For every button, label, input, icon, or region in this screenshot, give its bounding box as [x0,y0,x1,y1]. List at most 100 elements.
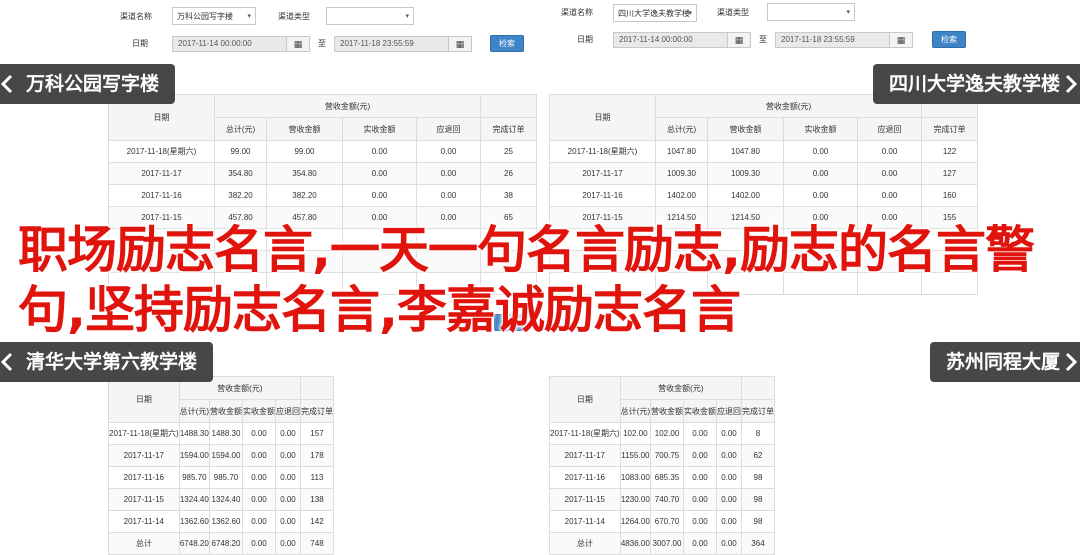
revenue-table: 日期 营收金额(元) 总计(元) 营收金额 实收金额 应退回 完成订单 2017… [108,376,334,555]
to-label: 至 [318,39,326,48]
table-cell: 364 [740,532,775,555]
table-cell: 0.00 [342,140,417,163]
table-cell: 98 [740,488,775,511]
table-cell: 0.00 [715,510,742,533]
chevron-down-icon: ▾ [247,13,251,20]
table-cell: 0.00 [416,184,481,207]
table-cell: 160 [921,184,978,207]
table-row: 2017-11-15 1230.00 740.70 0.00 0.00 98 [549,488,775,511]
table-cell: 2017-11-15 [108,488,180,511]
table-cell: 0.00 [682,422,717,445]
banner-right-bottom[interactable]: 苏州同程大厦 [929,342,1080,382]
chevron-down-icon: ▾ [688,10,692,17]
table-row: 2017-11-18(星期六) 1047.80 1047.80 0.00 0.00 122 [549,140,978,163]
table-cell: 138 [299,488,334,511]
table-cell: 0.00 [274,466,301,489]
end-date-value: 2017-11-18 23:55:59 [781,35,855,44]
chevron-left-icon [0,352,13,372]
banner-title: 苏州同程大厦 [945,351,1060,373]
table-cell: 0.00 [682,488,717,511]
table-body: 2017-11-18(星期六) 1488.30 1488.30 0.00 0.00 157… [108,422,334,555]
banner-title: 万科公园写字楼 [26,73,160,95]
col-total-header: 总计(元) [178,399,210,423]
table-cell: 382.20 [214,184,267,207]
table-cell: 0.00 [783,140,858,163]
banner-left-top[interactable]: 万科公园写字楼 [0,64,176,104]
col-revenue-header: 营收金额 [649,399,684,423]
table-cell: 0.00 [682,510,717,533]
table-row: 2017-11-18(星期六) 1488.30 1488.30 0.00 0.00 157 [108,422,334,445]
channel-select-value: 万科公园写字楼 [177,12,233,21]
table-cell: 2017-11-14 [549,510,621,533]
table-cell: 1009.30 [655,162,708,185]
table-cell: 38 [480,184,537,207]
col-total-header: 总计(元) [619,399,651,423]
table-row: 2017-11-17 1009.30 1009.30 0.00 0.00 127 [549,162,978,185]
table-cell: 700.75 [649,444,684,467]
col-refund-header: 应退回 [416,117,481,141]
table-row: 2017-11-17 1594.00 1594.00 0.00 0.00 178 [108,444,334,467]
calendar-icon[interactable]: ▦ [448,37,471,51]
table-cell: 6748.20 [178,532,210,555]
table-cell: 0.00 [682,444,717,467]
query-button[interactable]: 检索 [932,31,966,48]
table-cell: 127 [921,162,978,185]
col-date-header: 日期 [108,376,180,423]
table-cell: 1488.30 [178,422,210,445]
channel-label: 渠道名称 [120,12,152,21]
type-select[interactable]: ▾ [767,3,855,21]
table-cell: 157 [299,422,334,445]
group-header: 营收金额(元) [619,376,742,400]
table-cell: 0.00 [857,140,922,163]
channel-label: 渠道名称 [561,8,593,17]
table-cell: 0.00 [342,184,417,207]
table-cell: 0.00 [715,532,742,555]
start-date-input[interactable]: 2017-11-14 00:00:00 ▦ [172,36,310,52]
table-cell: 0.00 [416,140,481,163]
table-cell: 98 [740,510,775,533]
table-row: 2017-11-14 1264.00 670.70 0.00 0.00 98 [549,510,775,533]
banner-left-bottom[interactable]: 清华大学第六教学楼 [0,342,214,382]
table-cell: 0.00 [241,466,276,489]
table-cell: 0.00 [857,184,922,207]
table-cell: 1264.00 [619,510,651,533]
end-date-input[interactable]: 2017-11-18 23:55:59 ▦ [334,36,472,52]
chevron-right-icon [1065,74,1078,94]
calendar-icon[interactable]: ▦ [889,33,912,47]
table-cell: 2017-11-16 [549,466,621,489]
table-row: 总计 4836.00 3007.00 0.00 0.00 364 [549,532,775,555]
col-orders-header: 完成订单 [740,399,775,423]
table-row: 2017-11-16 1402.00 1402.00 0.00 0.00 160 [549,184,978,207]
start-date-input[interactable]: 2017-11-14 00:00:00 ▦ [613,32,751,48]
table-cell: 3007.00 [649,532,684,555]
table-cell: 0.00 [241,488,276,511]
table-cell: 1594.00 [178,444,210,467]
calendar-icon[interactable]: ▦ [286,37,309,51]
table-cell: 670.70 [649,510,684,533]
calendar-icon[interactable]: ▦ [727,33,750,47]
table-cell: 98 [740,466,775,489]
filter-form: 渠道名称 四川大学逸夫教学楼 ▾ 渠道类型 ▾ 日期 2017-11-14 00… [549,0,979,62]
channel-select[interactable]: 四川大学逸夫教学楼 ▾ [613,4,697,22]
table-cell: 总计 [549,532,621,555]
col-refund-header: 应退回 [274,399,301,423]
type-label: 渠道类型 [278,12,310,21]
type-select[interactable]: ▾ [326,7,414,25]
table-cell: 25 [480,140,537,163]
table-cell: 2017-11-15 [549,488,621,511]
table-cell: 2017-11-18(星期六) [549,422,621,445]
banner-right-top[interactable]: 四川大学逸夫教学楼 [872,64,1080,104]
end-date-input[interactable]: 2017-11-18 23:55:59 ▦ [775,32,913,48]
table-cell: 0.00 [342,162,417,185]
table-cell: 748 [299,532,334,555]
channel-select[interactable]: 万科公园写字楼 ▾ [172,7,256,25]
table-cell: 2017-11-17 [549,444,621,467]
table-cell: 0.00 [274,532,301,555]
table-cell: 1047.80 [707,140,784,163]
query-button[interactable]: 检索 [490,35,524,52]
end-date-value: 2017-11-18 23:55:59 [340,39,414,48]
table-cell: 0.00 [241,422,276,445]
table-row: 2017-11-18(星期六) 102.00 102.00 0.00 0.00 8 [549,422,775,445]
table-cell: 1362.60 [178,510,210,533]
table-cell: 1083.00 [619,466,651,489]
